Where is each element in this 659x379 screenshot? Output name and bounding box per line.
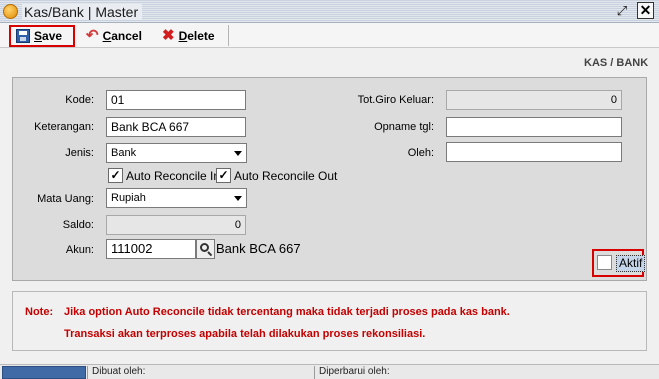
note-prefix: Note: [25, 306, 54, 318]
kode-input[interactable]: 01 [106, 90, 246, 110]
auto-reconcile-out-label: Auto Reconcile Out [234, 169, 338, 183]
tot-giro-keluar-label: Tot.Giro Keluar: [357, 94, 434, 106]
statusbar: Dibuat oleh: Diperbarui oleh: [0, 364, 659, 379]
chevron-down-icon [234, 196, 242, 201]
aktif-label[interactable]: Aktif [616, 255, 646, 272]
cancel-button[interactable]: ↶ Cancel [82, 25, 148, 47]
toolbar: Save ↶ Cancel ✖ Delete [0, 23, 659, 48]
mata-uang-select-value: Rupiah [111, 192, 146, 204]
delete-button[interactable]: ✖ Delete [158, 25, 226, 47]
kode-label: Kode: [65, 94, 94, 106]
close-window-button[interactable]: ✕ [637, 2, 654, 19]
opname-tgl-label: Opname tgl: [374, 121, 434, 133]
note-line-2: Transaksi akan terproses apabila telah d… [64, 328, 426, 340]
toolbar-separator [228, 25, 229, 46]
chevron-down-icon [234, 151, 242, 156]
updated-by-label: Diperbarui oleh: [319, 366, 390, 377]
akun-lookup-button[interactable] [196, 239, 215, 259]
status-indicator [2, 366, 86, 379]
section-title: KAS / BANK [584, 57, 649, 69]
akun-label: Akun: [65, 244, 94, 256]
jenis-select[interactable]: Bank [106, 143, 247, 163]
save-button[interactable]: Save [9, 25, 75, 47]
saldo-field: 0 [106, 215, 246, 235]
auto-reconcile-in-label: Auto Reconcile In [126, 169, 221, 183]
opname-tgl-input[interactable] [446, 117, 622, 137]
oleh-input[interactable] [446, 142, 622, 162]
aktif-checkbox[interactable] [597, 255, 612, 270]
delete-button-label: Delete [178, 29, 215, 43]
created-by-label: Dibuat oleh: [92, 366, 146, 377]
tot-giro-keluar-field: 0 [446, 90, 622, 110]
restore-window-button[interactable]: ⤢ [614, 3, 630, 19]
akun-input[interactable]: 111002 [106, 239, 196, 259]
undo-arrow-icon: ↶ [86, 27, 99, 44]
window-title: Kas/Bank | Master [22, 4, 143, 20]
mata-uang-label: Mata Uang: [37, 193, 94, 205]
app-logo-icon [3, 4, 18, 19]
auto-reconcile-out-checkbox[interactable]: ✓ [216, 168, 231, 183]
floppy-disk-icon [16, 29, 30, 43]
saldo-label: Saldo: [62, 219, 94, 231]
cancel-button-label: Cancel [102, 29, 142, 43]
note-line-1: Jika option Auto Reconcile tidak tercent… [64, 306, 510, 318]
oleh-label: Oleh: [407, 147, 434, 159]
keterangan-label: Keterangan: [34, 121, 94, 133]
auto-reconcile-in-checkbox[interactable]: ✓ [108, 168, 123, 183]
akun-name: Bank BCA 667 [216, 241, 301, 256]
keterangan-input[interactable]: Bank BCA 667 [106, 117, 246, 137]
jenis-label: Jenis: [65, 147, 94, 159]
save-button-label: Save [34, 29, 63, 43]
red-x-icon: ✖ [162, 27, 175, 44]
note-panel [12, 291, 647, 351]
jenis-select-value: Bank [111, 147, 137, 159]
mata-uang-select[interactable]: Rupiah [106, 188, 247, 208]
window-titlebar: Kas/Bank | Master ⤢ ✕ [0, 0, 659, 23]
